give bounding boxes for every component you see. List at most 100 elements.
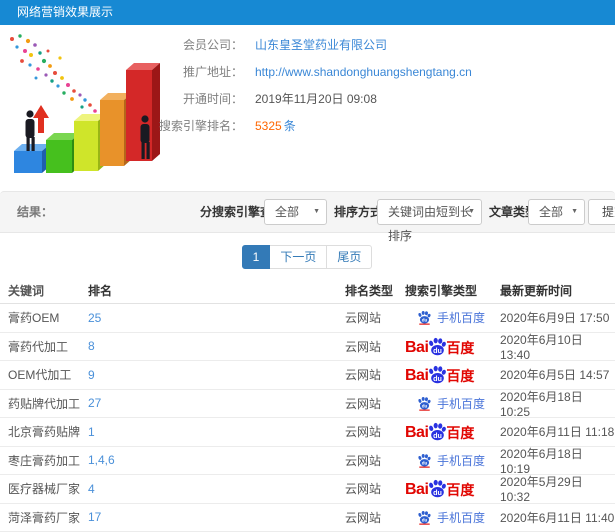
keyword-cell: 膏药OEM — [0, 309, 88, 326]
chevron-down-icon: ▼ — [571, 200, 578, 224]
promo-url-link[interactable]: http://www.shandonghuangshengtang.cn — [255, 65, 472, 79]
filter-bar: 结果： 分搜索引擎查看 全部 ▼ 排序方式 关键词由短到长排序 ▼ 文章类型 全… — [0, 191, 615, 233]
mobile-baidu-label: 手机百度 — [437, 395, 485, 412]
rank-link[interactable]: 17 — [88, 510, 345, 524]
mobile-baidu-badge: du 手机百度 — [417, 395, 485, 412]
mobile-baidu-badge: du 手机百度 — [417, 309, 485, 326]
updated-cell: 2020年6月18日 10:25 — [500, 388, 615, 419]
svg-text:du: du — [433, 374, 442, 383]
updated-cell: 2020年6月18日 10:19 — [500, 445, 615, 476]
baidu-logo: Bai du 百度 — [405, 422, 474, 441]
engine-view-select[interactable]: 全部 ▼ — [264, 199, 327, 225]
sort-select[interactable]: 关键词由短到长排序 ▼ — [377, 199, 482, 225]
keyword-cell: 膏药代加工 — [0, 338, 88, 355]
table-row: 药贴牌代加工 27 云网站 du 手机百度 Ba — [0, 390, 615, 419]
rank-unit: 条 — [284, 119, 296, 133]
table-row: 菏泽膏药厂家 17 云网站 du 手机百度 Ba — [0, 504, 615, 532]
rank-type-cell: 云网站 — [345, 338, 405, 355]
col-engine-type: 搜索引擎类型 — [405, 282, 500, 299]
mobile-baidu-label: 手机百度 — [437, 309, 485, 326]
svg-text:du: du — [433, 488, 442, 497]
page-last-button[interactable]: 尾页 — [326, 245, 372, 269]
rank-link[interactable]: 25 — [88, 311, 345, 325]
keyword-cell: OEM代加工 — [0, 366, 88, 383]
baidu-paw-icon: du — [427, 337, 448, 356]
engine-rank-row: 搜索引擎排名： 5325条 — [0, 112, 615, 139]
updated-cell: 2020年6月11日 11:40 — [500, 509, 615, 526]
baidu-logo-cn: 百度 — [446, 482, 474, 498]
baidu-logo-cn: 百度 — [446, 368, 474, 384]
member-info-section: 会员公司： 山东皇圣堂药业有限公司 推广地址： http://www.shand… — [0, 25, 615, 191]
svg-text:du: du — [433, 346, 442, 355]
updated-cell: 2020年6月10日 13:40 — [500, 331, 615, 362]
chevron-down-icon: ▼ — [468, 200, 475, 224]
mobile-baidu-badge: du 手机百度 — [417, 509, 485, 526]
pagination: 1 下一页 尾页 — [0, 245, 615, 269]
baidu-paw-icon: du — [417, 453, 432, 468]
baidu-logo-cn: 百度 — [446, 425, 474, 441]
promo-url-row: 推广地址： http://www.shandonghuangshengtang.… — [0, 58, 615, 85]
keyword-rank-table: 关键词 排名 排名类型 搜索引擎类型 最新更新时间 膏药OEM 25 云网站 d… — [0, 278, 615, 532]
page-title: 网络营销效果展示 — [17, 5, 113, 19]
baidu-paw-icon: du — [417, 510, 432, 525]
table-row: 膏药代加工 8 云网站 du 手机百度 Bai — [0, 333, 615, 362]
table-row: 医疗器械厂家 4 云网站 du 手机百度 Bai — [0, 475, 615, 504]
rank-link[interactable]: 9 — [88, 368, 345, 382]
table-row: OEM代加工 9 云网站 du 手机百度 Bai — [0, 361, 615, 390]
baidu-paw-icon: du — [427, 479, 448, 498]
svg-text:du: du — [422, 318, 428, 323]
engine-cell: du 手机百度 Bai du 百度 — [405, 452, 500, 469]
page-next-button[interactable]: 下一页 — [269, 245, 327, 269]
rank-link[interactable]: 27 — [88, 396, 345, 410]
page-current-button[interactable]: 1 — [242, 245, 271, 269]
baidu-logo: Bai du 百度 — [405, 479, 474, 498]
engine-cell: du 手机百度 Bai du 百度 — [405, 309, 500, 326]
baidu-paw-icon: du — [427, 365, 448, 384]
keyword-cell: 菏泽膏药厂家 — [0, 509, 88, 526]
rank-link[interactable]: 1 — [88, 425, 345, 439]
rank-type-cell: 云网站 — [345, 509, 405, 526]
col-keyword: 关键词 — [0, 282, 88, 299]
rank-link[interactable]: 4 — [88, 482, 345, 496]
promo-url-label: 推广地址： — [0, 63, 243, 80]
engine-cell: du 手机百度 Bai du 百度 — [405, 337, 500, 356]
open-time-label: 开通时间： — [0, 90, 243, 107]
open-time-row: 开通时间： 2019年11月20日 09:08 — [0, 85, 615, 112]
rank-link[interactable]: 1,4,6 — [88, 453, 345, 467]
svg-text:du: du — [422, 460, 428, 465]
col-rank-type: 排名类型 — [345, 282, 405, 299]
article-type-select[interactable]: 全部 ▼ — [528, 199, 585, 225]
rank-type-cell: 云网站 — [345, 309, 405, 326]
baidu-paw-icon: du — [417, 310, 432, 325]
table-row: 膏药OEM 25 云网站 du 手机百度 Bai — [0, 304, 615, 333]
member-info-list: 会员公司： 山东皇圣堂药业有限公司 推广地址： http://www.shand… — [0, 31, 615, 139]
rank-count: 5325 — [255, 119, 282, 133]
baidu-logo: Bai du 百度 — [405, 365, 474, 384]
keyword-cell: 北京膏药贴牌 — [0, 423, 88, 440]
mobile-baidu-label: 手机百度 — [437, 509, 485, 526]
baidu-logo-cn: 百度 — [446, 340, 474, 356]
rank-link[interactable]: 8 — [88, 339, 345, 353]
updated-cell: 2020年6月11日 11:18 — [500, 423, 615, 440]
updated-cell: 2020年5月29日 10:32 — [500, 473, 615, 504]
sort-label: 排序方式 — [334, 192, 382, 232]
member-company-link[interactable]: 山东皇圣堂药业有限公司 — [255, 36, 387, 53]
engine-rank-label: 搜索引擎排名： — [0, 117, 243, 134]
table-row: 北京膏药贴牌 1 云网站 du 手机百度 Bai — [0, 418, 615, 447]
chevron-down-icon: ▼ — [313, 200, 320, 224]
baidu-logo-bai: Bai — [405, 367, 428, 384]
member-company-label: 会员公司： — [0, 36, 243, 53]
submit-button[interactable]: 提交 — [588, 199, 615, 225]
keyword-cell: 药贴牌代加工 — [0, 395, 88, 412]
col-rank: 排名 — [88, 282, 345, 299]
updated-cell: 2020年6月5日 14:57 — [500, 366, 615, 383]
rank-type-cell: 云网站 — [345, 366, 405, 383]
baidu-logo-bai: Bai — [405, 339, 428, 356]
sort-selected: 关键词由短到长排序 — [388, 205, 472, 243]
svg-text:du: du — [422, 403, 428, 408]
baidu-paw-icon: du — [417, 396, 432, 411]
baidu-logo: Bai du 百度 — [405, 337, 474, 356]
engine-cell: du 手机百度 Bai du 百度 — [405, 509, 500, 526]
member-company-row: 会员公司： 山东皇圣堂药业有限公司 — [0, 31, 615, 58]
baidu-logo-bai: Bai — [405, 481, 428, 498]
